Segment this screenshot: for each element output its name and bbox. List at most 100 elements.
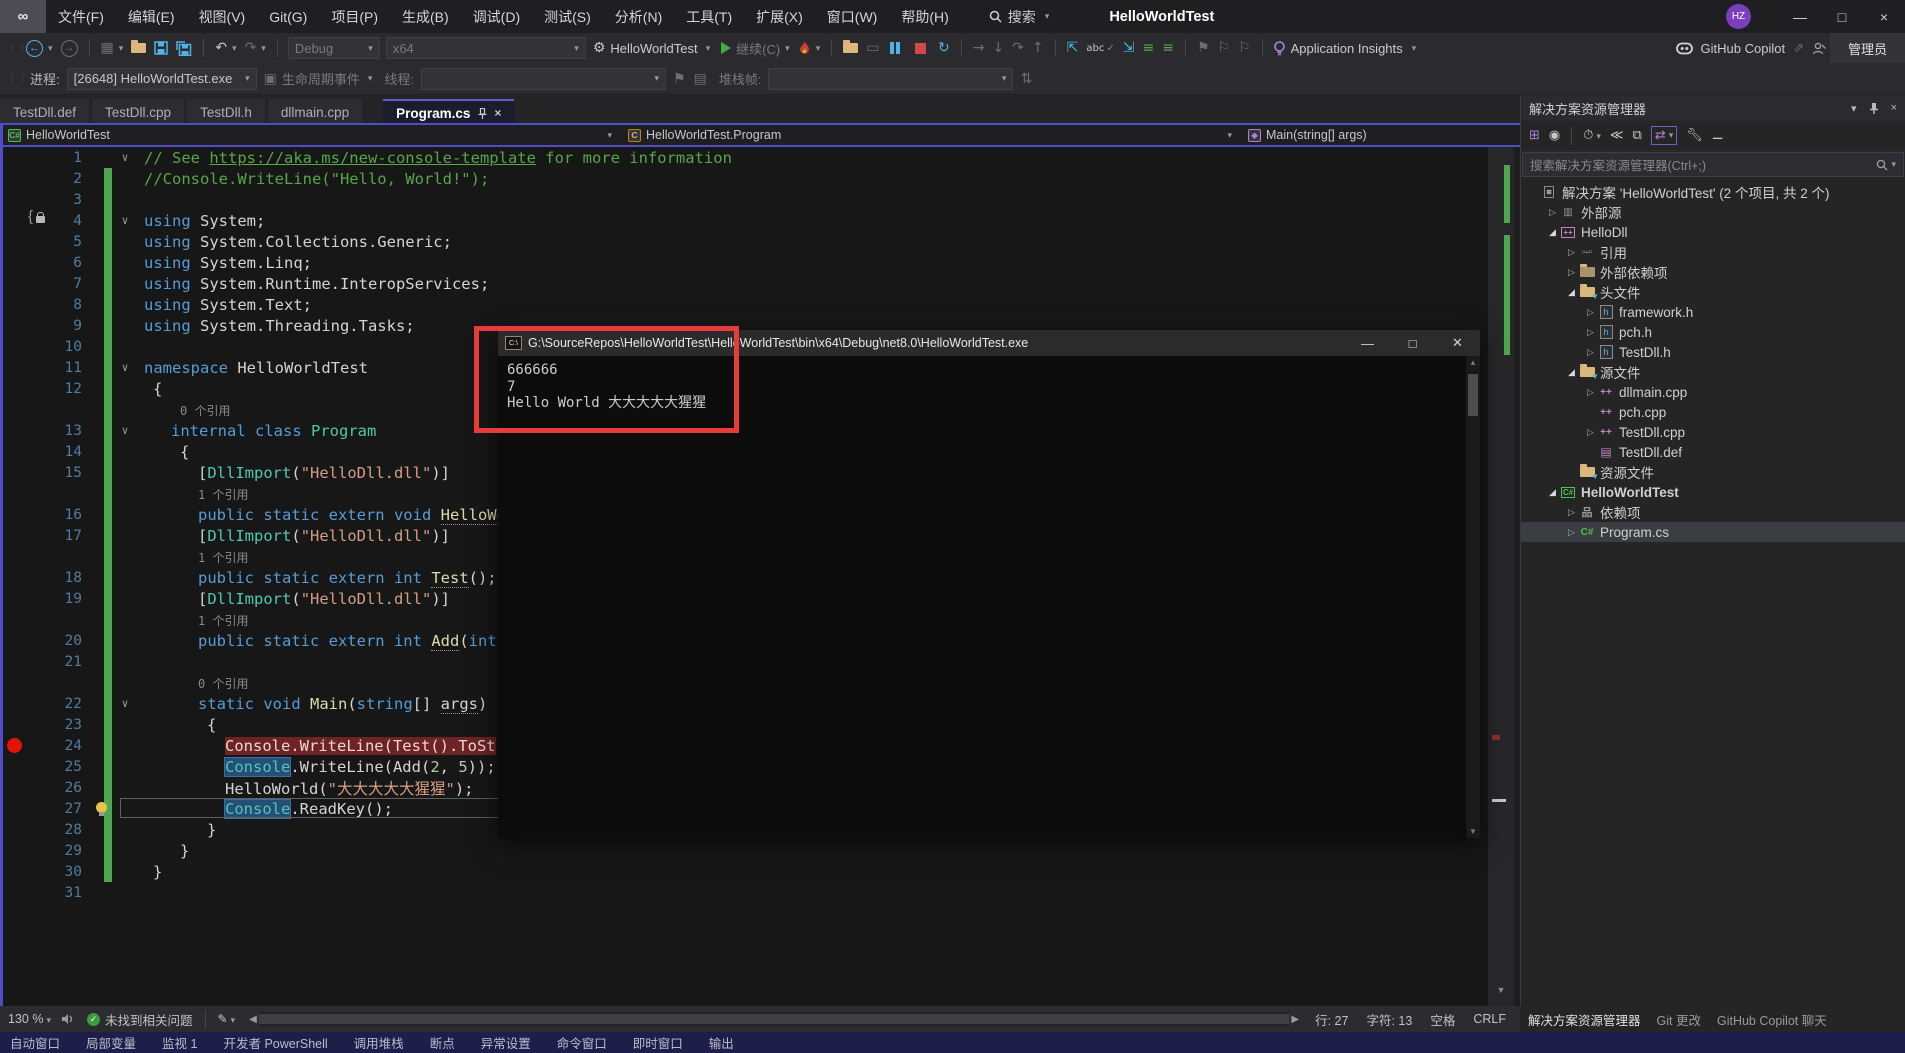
restart-button[interactable]: ↻ [934,38,954,58]
breakpoint-icon[interactable] [7,738,22,753]
code-row[interactable]: 31 [0,882,1488,903]
breakpoint-margin[interactable] [0,525,26,546]
breakpoint-margin[interactable] [0,483,26,504]
step-into-button[interactable]: ↓ [988,38,1008,58]
pin-icon[interactable] [1869,102,1879,114]
expand-arrow-icon[interactable]: ▷ [1565,267,1578,278]
feedback-button[interactable] [1808,40,1830,57]
bottom-tab-调用堆栈[interactable]: 调用堆栈 [354,1033,404,1052]
code-text[interactable]: { [138,716,216,734]
close-icon[interactable]: × [1891,102,1897,114]
line-indicator[interactable]: 行: 27 [1315,1010,1348,1029]
expand-arrow-icon[interactable]: ▷ [1565,247,1578,258]
scroll-left-icon[interactable]: ◀ [249,1014,257,1025]
breadcrumb-project[interactable]: C# HelloWorldTest ▾ [0,125,620,145]
tree-item-引用[interactable]: ▷▫‑▫引用 [1521,242,1905,262]
code-text[interactable]: 1 个引用 [138,485,248,503]
breakpoint-margin[interactable] [0,273,26,294]
pause-button[interactable] [883,40,907,56]
properties-icon[interactable]: ⧉ [1633,128,1642,143]
console-scrollbar[interactable]: ▲ ▼ [1466,356,1480,838]
scroll-thumb[interactable] [259,1014,1290,1024]
tree-item-framework.h[interactable]: ▷hframework.h [1521,302,1905,322]
whitespace-indicator[interactable]: 空格 [1430,1010,1455,1029]
collapse-arrow-icon[interactable]: ◢ [1565,287,1578,298]
breakpoint-margin[interactable] [0,168,26,189]
github-copilot-button[interactable]: GitHub Copilot [1672,39,1790,58]
breadcrumb-type[interactable]: C HelloWorldTest.Program ▾ [620,125,1240,145]
breakpoint-margin[interactable] [0,231,26,252]
code-text[interactable]: Console.ReadKey(); [138,800,393,818]
expand-arrow-icon[interactable]: ▷ [1565,527,1578,538]
bottom-tab-开发者 PowerShell[interactable]: 开发者 PowerShell [223,1033,327,1052]
tab-TestDll.cpp[interactable]: TestDll.cpp [92,99,184,125]
code-text[interactable]: using System.Collections.Generic; [138,233,452,251]
fold-toggle[interactable]: ∨ [112,697,138,710]
line-ending-indicator[interactable]: CRLF [1473,1012,1506,1026]
toggle-bookmark-button[interactable]: ⚑ [1193,38,1214,58]
break-all-window-button[interactable]: ▭ [862,38,883,58]
fold-toggle[interactable]: ∨ [112,151,138,164]
code-text[interactable]: 1 个引用 [138,548,248,566]
breakpoint-margin[interactable] [0,420,26,441]
code-text[interactable]: { [138,380,162,398]
breakpoint-margin[interactable] [0,462,26,483]
close-icon[interactable]: × [494,106,501,120]
breakpoint-margin[interactable] [0,189,26,210]
fold-toggle[interactable]: ∨ [112,214,138,227]
menu-item[interactable]: 生成(B) [390,0,461,33]
breakpoint-margin[interactable] [0,336,26,357]
expand-arrow-icon[interactable]: ▷ [1584,427,1597,438]
expand-arrow-icon[interactable]: ▷ [1584,347,1597,358]
bottom-tab-自动窗口[interactable]: 自动窗口 [10,1033,60,1052]
code-text[interactable]: internal class Program [138,422,376,440]
code-text[interactable]: } [138,842,189,860]
collapse-arrow-icon[interactable]: ◢ [1546,487,1559,498]
breakpoint-margin[interactable] [0,378,26,399]
zoom-control[interactable]: 130 %▾ [8,1012,51,1026]
breakpoint-margin[interactable] [0,210,26,231]
solution-platform-combo[interactable]: x64▾ [386,37,586,59]
code-text[interactable]: [DllImport("HelloDll.dll")] [138,590,450,608]
code-text[interactable]: 1 个引用 [138,611,248,629]
breakpoint-margin[interactable] [0,714,26,735]
breakpoint-margin[interactable] [0,357,26,378]
bottom-tab-局部变量[interactable]: 局部变量 [86,1033,136,1052]
breakpoint-margin[interactable] [0,546,26,567]
breakpoint-margin[interactable] [0,630,26,651]
app-insights-button[interactable]: Application Insights▾ [1270,39,1421,58]
code-row[interactable]: 4∨using System; [0,210,1488,231]
column-indicator[interactable]: 字符: 13 [1366,1010,1412,1029]
scroll-down-arrow[interactable]: ▼ [1488,985,1514,995]
editor-vertical-scrollbar[interactable]: ▼ [1488,147,1514,1006]
code-row[interactable]: 7using System.Runtime.InteropServices; [0,273,1488,294]
collapse-all-icon[interactable]: ≪ [1610,128,1624,143]
breakpoint-margin[interactable] [0,840,26,861]
stack-settings-button[interactable]: ⇅ [1016,69,1036,89]
close-button[interactable]: × [1863,0,1905,33]
breakpoint-margin[interactable] [0,441,26,462]
solution-search-input[interactable]: 搜索解决方案资源管理器(Ctrl+;) ▾ [1522,152,1904,177]
breakpoint-margin[interactable] [0,798,26,819]
breakpoint-margin[interactable] [0,882,26,903]
breakpoint-margin[interactable] [0,651,26,672]
step-out-button[interactable]: ↑ [1028,38,1048,58]
menu-item[interactable]: 扩展(X) [744,0,815,33]
tree-item-TestDll.def[interactable]: ▤TestDll.def [1521,442,1905,462]
breakpoint-margin[interactable] [0,315,26,336]
navigate-forward-button[interactable]: → [57,38,82,59]
minimize-button[interactable]: — [1779,0,1821,33]
user-avatar[interactable]: HZ [1726,4,1751,29]
console-minimize-button[interactable]: — [1345,330,1390,356]
tree-item-pch.cpp[interactable]: ++pch.cpp [1521,402,1905,422]
selection-button[interactable]: ⇲ [1119,38,1139,58]
tree-item-HelloDll[interactable]: ◢++HelloDll [1521,222,1905,242]
audio-cues-icon[interactable] [61,1013,75,1025]
breadcrumb-member[interactable]: ◆ Main(string[] args) [1240,125,1520,145]
show-diagnostics-button[interactable] [839,41,862,55]
tree-item-资源文件[interactable]: ▼资源文件 [1521,462,1905,482]
line-list-button[interactable]: ≡ [1138,38,1158,58]
menu-item[interactable]: 视图(V) [187,0,258,33]
code-text[interactable]: [DllImport("HelloDll.dll")] [138,527,450,545]
tree-item-HelloWorldTest[interactable]: ◢C#HelloWorldTest [1521,482,1905,502]
